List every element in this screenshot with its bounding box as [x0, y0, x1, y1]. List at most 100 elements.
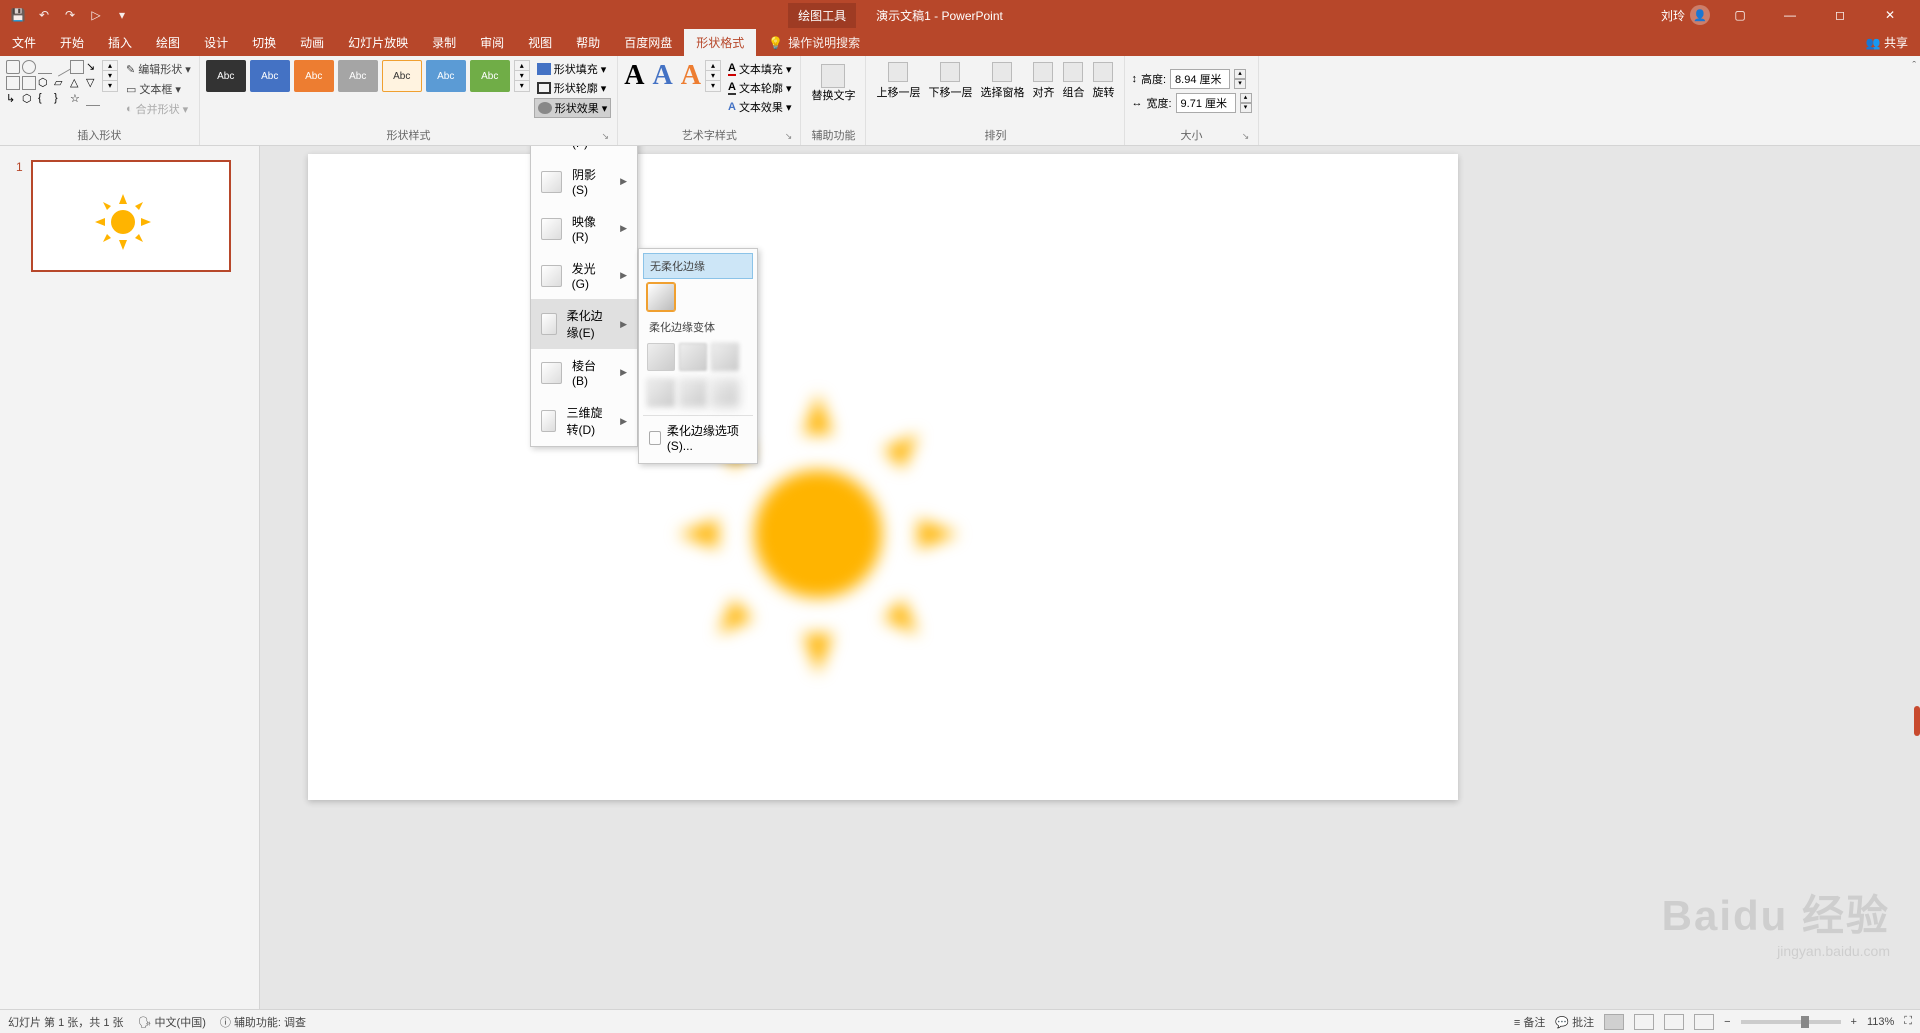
soft-edges-variant-6[interactable]: [711, 379, 739, 407]
menu-item-3d-rotation[interactable]: 三维旋转(D)▶: [531, 396, 637, 446]
zoom-out-button[interactable]: −: [1724, 1016, 1730, 1028]
start-from-beginning-icon[interactable]: ▷: [88, 7, 104, 23]
zoom-slider-thumb[interactable]: [1801, 1016, 1809, 1028]
zoom-slider[interactable]: [1741, 1020, 1841, 1024]
spin-up-icon[interactable]: ▴: [1234, 69, 1246, 79]
undo-icon[interactable]: ↶: [36, 7, 52, 23]
shape-icon[interactable]: ⬡: [38, 76, 52, 90]
soft-edges-variant-2[interactable]: [679, 343, 707, 371]
collapse-ribbon-button[interactable]: ˆ: [1908, 56, 1920, 145]
text-fill-button[interactable]: A文本填充 ▾: [725, 60, 794, 78]
style-thumb[interactable]: Abc: [250, 60, 290, 92]
scroll-up-icon[interactable]: ▴: [515, 61, 529, 71]
normal-view-button[interactable]: [1604, 1014, 1624, 1030]
spin-up-icon[interactable]: ▴: [1240, 93, 1252, 103]
selection-pane-button[interactable]: 选择窗格: [976, 60, 1028, 102]
zoom-level[interactable]: 113%: [1867, 1016, 1894, 1028]
dialog-launcher-icon[interactable]: ↘: [1240, 131, 1252, 143]
spin-down-icon[interactable]: ▾: [1240, 103, 1252, 113]
slide-canvas-area[interactable]: 预设(P)▶ 阴影(S)▶ 映像(R)▶ 发光(G)▶ 柔化边缘(E)▶ 棱台(…: [260, 146, 1920, 1009]
language-status[interactable]: 🗣 中文(中国): [138, 1014, 206, 1030]
close-icon[interactable]: ✕: [1870, 0, 1910, 30]
shape-icon[interactable]: [22, 76, 36, 90]
tab-record[interactable]: 录制: [420, 29, 468, 56]
notes-button[interactable]: ≡ 备注: [1514, 1014, 1545, 1030]
scroll-up-icon[interactable]: ▴: [706, 61, 720, 71]
style-thumb[interactable]: Abc: [470, 60, 510, 92]
minimize-icon[interactable]: —: [1770, 0, 1810, 30]
slide-count[interactable]: 幻灯片 第 1 张，共 1 张: [8, 1014, 124, 1030]
shape-icon[interactable]: }: [54, 92, 68, 106]
maximize-icon[interactable]: ◻: [1820, 0, 1860, 30]
tab-home[interactable]: 开始: [48, 29, 96, 56]
soft-edges-options[interactable]: 柔化边缘选项(S)...: [643, 415, 753, 459]
shape-icon[interactable]: [22, 60, 36, 74]
slide-sorter-view-button[interactable]: [1634, 1014, 1654, 1030]
shape-icon[interactable]: [51, 57, 70, 76]
width-input[interactable]: [1176, 93, 1236, 113]
redo-icon[interactable]: ↷: [62, 7, 78, 23]
style-thumb[interactable]: Abc: [338, 60, 378, 92]
textbox-button[interactable]: ▭文本框 ▾: [124, 80, 193, 98]
style-thumb[interactable]: Abc: [206, 60, 246, 92]
shape-icon[interactable]: [38, 60, 52, 74]
wordart-gallery-scroll[interactable]: ▴ ▾ ▾: [705, 60, 721, 92]
soft-edges-variant-1[interactable]: [647, 343, 675, 371]
rotate-button[interactable]: 旋转: [1088, 60, 1118, 102]
soft-edges-variant-5[interactable]: [679, 379, 707, 407]
shape-effects-button[interactable]: 形状效果 ▾: [534, 98, 612, 118]
shape-icon[interactable]: ▽: [86, 76, 100, 90]
menu-item-preset[interactable]: 预设(P)▶: [531, 146, 637, 158]
tab-baidu[interactable]: 百度网盘: [612, 29, 684, 56]
shape-icon[interactable]: ↘: [86, 60, 100, 74]
slide[interactable]: [308, 154, 1458, 800]
spin-down-icon[interactable]: ▾: [1234, 79, 1246, 89]
dialog-launcher-icon[interactable]: ↘: [599, 131, 611, 143]
shapes-gallery[interactable]: ↘ ⬡ ▱ △ ▽ ↳ ⬡ { } ☆: [6, 60, 100, 106]
wordart-thumb[interactable]: A: [653, 60, 673, 92]
shape-icon[interactable]: [86, 92, 100, 106]
scroll-down-icon[interactable]: ▾: [103, 71, 117, 81]
soft-edges-variant-3[interactable]: [711, 343, 739, 371]
tab-help[interactable]: 帮助: [564, 29, 612, 56]
shape-outline-button[interactable]: 形状轮廓 ▾: [534, 79, 612, 97]
save-icon[interactable]: 💾: [10, 7, 26, 23]
style-thumb-selected[interactable]: Abc: [382, 60, 422, 92]
tab-design[interactable]: 设计: [192, 29, 240, 56]
tell-me-search[interactable]: 💡 操作说明搜索: [756, 29, 872, 56]
alt-text-button[interactable]: 替换文字: [807, 60, 859, 107]
shape-icon[interactable]: △: [70, 76, 84, 90]
tab-review[interactable]: 审阅: [468, 29, 516, 56]
menu-item-glow[interactable]: 发光(G)▶: [531, 252, 637, 299]
align-button[interactable]: 对齐: [1028, 60, 1058, 102]
ribbon-display-options-icon[interactable]: ▢: [1720, 0, 1760, 30]
tab-animations[interactable]: 动画: [288, 29, 336, 56]
tab-shape-format[interactable]: 形状格式: [684, 29, 756, 56]
shapes-gallery-scroll[interactable]: ▴ ▾ ▾: [102, 60, 118, 92]
menu-item-soft-edges[interactable]: 柔化边缘(E)▶: [531, 299, 637, 349]
gallery-more-icon[interactable]: ▾: [515, 81, 529, 91]
tab-transitions[interactable]: 切换: [240, 29, 288, 56]
wordart-thumb[interactable]: A: [681, 60, 701, 92]
wordart-thumb[interactable]: A: [624, 60, 644, 92]
zoom-in-button[interactable]: +: [1851, 1016, 1857, 1028]
shape-icon[interactable]: [6, 60, 20, 74]
vertical-scrollbar-thumb[interactable]: [1914, 706, 1920, 736]
shape-icon[interactable]: [70, 60, 84, 74]
shape-icon[interactable]: ☆: [70, 92, 84, 106]
send-backward-button[interactable]: 下移一层: [924, 60, 976, 102]
accessibility-status[interactable]: ⓘ 辅助功能: 调查: [220, 1014, 306, 1030]
text-effects-button[interactable]: A文本效果 ▾: [725, 98, 794, 116]
edit-shape-button[interactable]: ✎编辑形状 ▾: [124, 60, 193, 78]
share-button[interactable]: 👥 共享: [1854, 29, 1920, 56]
shape-icon[interactable]: {: [38, 92, 52, 106]
user-account[interactable]: 刘玲 👤: [1661, 5, 1710, 25]
text-outline-button[interactable]: A文本轮廓 ▾: [725, 79, 794, 97]
menu-item-reflection[interactable]: 映像(R)▶: [531, 205, 637, 252]
shape-icon[interactable]: ▱: [54, 76, 68, 90]
gallery-more-icon[interactable]: ▾: [706, 81, 720, 91]
menu-item-shadow[interactable]: 阴影(S)▶: [531, 158, 637, 205]
shape-fill-button[interactable]: 形状填充 ▾: [534, 60, 612, 78]
soft-edges-variant-4[interactable]: [647, 379, 675, 407]
height-input[interactable]: [1170, 69, 1230, 89]
